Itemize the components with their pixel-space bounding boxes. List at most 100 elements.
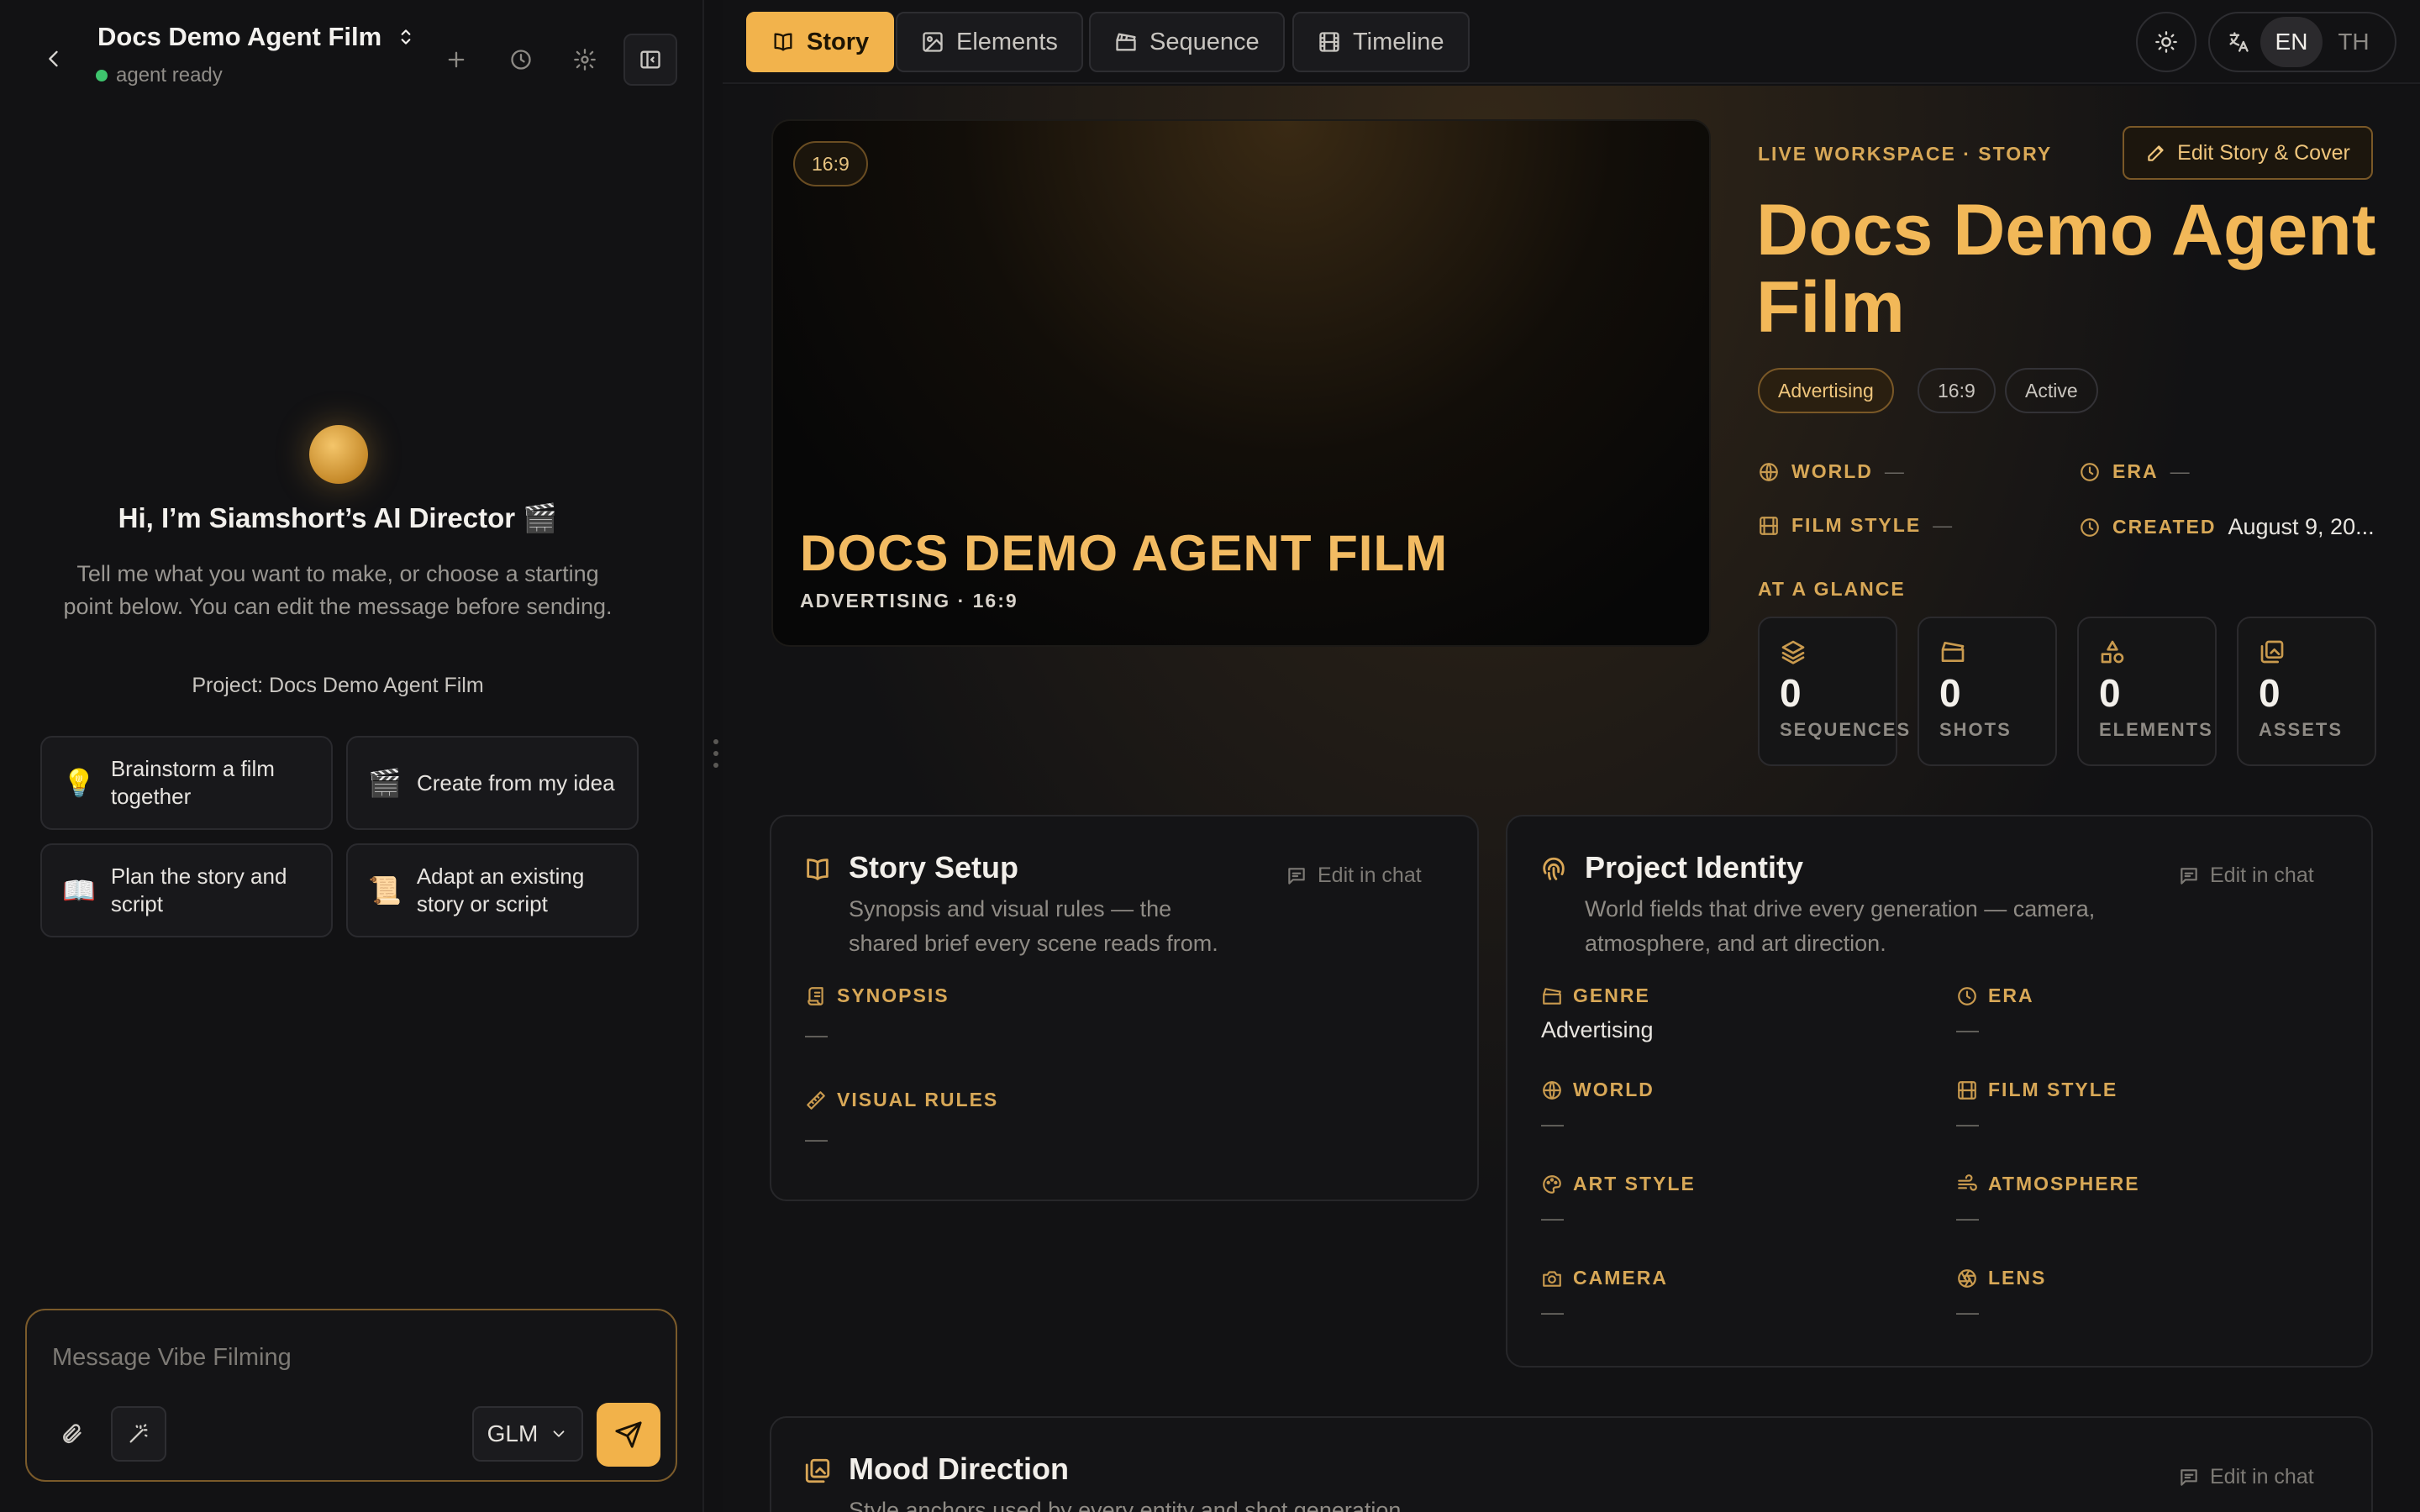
clapperboard-icon (1941, 642, 1965, 662)
film-icon (1760, 516, 1778, 535)
starter-brainstorm[interactable]: 💡 Brainstorm a film together (40, 736, 333, 830)
edit-in-chat-button[interactable]: Edit in chat (2178, 864, 2314, 888)
tab-elements[interactable]: Elements (896, 12, 1083, 72)
status-chip: Active (2005, 368, 2098, 413)
field-visual-rules: VISUAL RULES — (805, 1089, 998, 1152)
edit-in-chat-label: Edit in chat (2210, 864, 2314, 887)
meta-world: WORLD — (1758, 460, 1904, 483)
meta-label: WORLD (1791, 460, 1873, 482)
grip-dot (713, 739, 718, 744)
toggle-sidebar-button[interactable] (623, 34, 677, 86)
tab-label: Story (807, 28, 870, 55)
tab-sequence[interactable]: Sequence (1089, 12, 1285, 72)
starter-adapt-story[interactable]: 📜 Adapt an existing story or script (346, 843, 639, 937)
card-title: Story Setup (849, 850, 1019, 885)
story-cover-preview[interactable]: 16:9 DOCS DEMO AGENT FILM ADVERTISING · … (771, 119, 1711, 647)
edit-in-chat-button[interactable]: Edit in chat (2178, 1465, 2314, 1489)
workspace-label: LIVE WORKSPACE · STORY (1758, 143, 2053, 165)
theme-toggle-button[interactable] (2136, 12, 2196, 72)
scroll-text-icon (808, 986, 823, 1005)
field-genre: GENRE Advertising (1541, 984, 1654, 1043)
lang-option-th[interactable]: TH (2323, 17, 2385, 67)
pencil-icon (2148, 145, 2164, 161)
tab-label: Timeline (1353, 28, 1444, 55)
lang-option-en[interactable]: EN (2260, 17, 2323, 67)
meta-value: — (2170, 460, 2190, 482)
tab-timeline[interactable]: Timeline (1292, 12, 1470, 72)
field-label: SYNOPSIS (837, 984, 950, 1006)
stat-shots: 0 SHOTS (1918, 617, 2057, 766)
cover-meta: ADVERTISING · 16:9 (800, 590, 1018, 612)
message-composer[interactable]: Message Vibe Filming GLM (25, 1309, 677, 1482)
field-label: CAMERA (1573, 1267, 1668, 1289)
card-subtitle-line: atmosphere, and art direction. (1585, 931, 1886, 956)
lightbulb-icon: 💡 (62, 767, 96, 798)
field-value: — (1956, 1111, 1979, 1137)
edit-in-chat-label: Edit in chat (2210, 1465, 2314, 1488)
panel-resize-handle[interactable] (711, 739, 721, 768)
field-camera: CAMERA — (1541, 1267, 1668, 1326)
project-switcher[interactable]: Docs Demo Agent Film (97, 22, 417, 52)
new-chat-button[interactable] (437, 40, 476, 79)
stat-label: ASSETS (2259, 719, 2344, 740)
field-label: ART STYLE (1573, 1173, 1696, 1194)
ai-director-orb (309, 425, 368, 484)
magic-wand-icon (129, 1424, 148, 1443)
field-label: ERA (1988, 984, 2034, 1006)
clock-icon (2081, 517, 2099, 537)
starter-plan-story[interactable]: 📖 Plan the story and script (40, 843, 333, 937)
agent-status: agent ready (96, 64, 223, 87)
tab-story[interactable]: Story (746, 12, 895, 72)
attach-button[interactable] (44, 1406, 99, 1462)
edit-story-cover-button[interactable]: Edit Story & Cover (2123, 126, 2373, 180)
starter-label: Create from my idea (417, 769, 615, 795)
language-switcher: EN TH (2208, 12, 2396, 72)
enhance-prompt-button[interactable] (111, 1406, 166, 1462)
send-button[interactable] (597, 1403, 660, 1467)
gear-icon (574, 49, 596, 71)
starter-label: Plan the story and script (110, 864, 287, 916)
stat-value: 0 (2099, 671, 2121, 715)
send-icon (615, 1421, 642, 1448)
card-subtitle-line: World fields that drive every generation… (1585, 896, 2096, 921)
greeting-title: Hi, I’m Siamshort’s AI Director 🎬 (118, 502, 558, 533)
field-value: — (1956, 1299, 1979, 1325)
stat-assets: 0 ASSETS (2237, 617, 2376, 766)
field-film-style: FILM STYLE — (1956, 1079, 2118, 1137)
panel-left-icon (640, 50, 660, 69)
scroll-icon: 📜 (368, 874, 402, 906)
edit-in-chat-label: Edit in chat (1318, 864, 1422, 887)
stat-value: 0 (1939, 671, 1961, 715)
field-label: ATMOSPHERE (1988, 1173, 2140, 1194)
field-value: — (1541, 1111, 1564, 1137)
field-value: — (805, 1022, 828, 1047)
history-button[interactable] (502, 40, 540, 79)
field-value: — (1541, 1205, 1564, 1231)
message-square-icon (2181, 867, 2197, 885)
image-edit-icon (923, 32, 943, 52)
agent-status-text: agent ready (116, 64, 223, 87)
card-subtitle: Synopsis and visual rules — the shared b… (849, 892, 1218, 961)
open-book-icon: 📖 (62, 874, 96, 906)
edit-in-chat-button[interactable]: Edit in chat (1286, 864, 1422, 888)
back-button[interactable] (37, 42, 71, 76)
starter-label: Brainstorm a film together (110, 756, 275, 809)
settings-button[interactable] (566, 40, 604, 79)
model-select[interactable]: GLM (472, 1406, 583, 1462)
message-square-icon (2181, 1468, 2197, 1486)
message-input[interactable]: Message Vibe Filming (52, 1344, 292, 1372)
clock-icon (1958, 986, 1976, 1005)
book-icon (774, 33, 792, 51)
starter-label: Adapt an existing story or script (416, 864, 585, 916)
meta-film-style: FILM STYLE — (1758, 514, 1952, 537)
field-synopsis: SYNOPSIS — (805, 984, 950, 1048)
status-dot-icon (96, 70, 108, 81)
field-world: WORLD — (1541, 1079, 1655, 1137)
starter-create-from-idea[interactable]: 🎬 Create from my idea (346, 736, 639, 830)
field-value: — (1541, 1299, 1564, 1325)
meta-value: — (1884, 460, 1904, 482)
story-title: Docs Demo Agent Film (1756, 190, 2376, 348)
clock-icon (2081, 462, 2099, 481)
stat-label: SHOTS (1939, 719, 2012, 740)
mood-direction-card: Mood Direction Style anchors used by eve… (770, 1416, 2373, 1512)
